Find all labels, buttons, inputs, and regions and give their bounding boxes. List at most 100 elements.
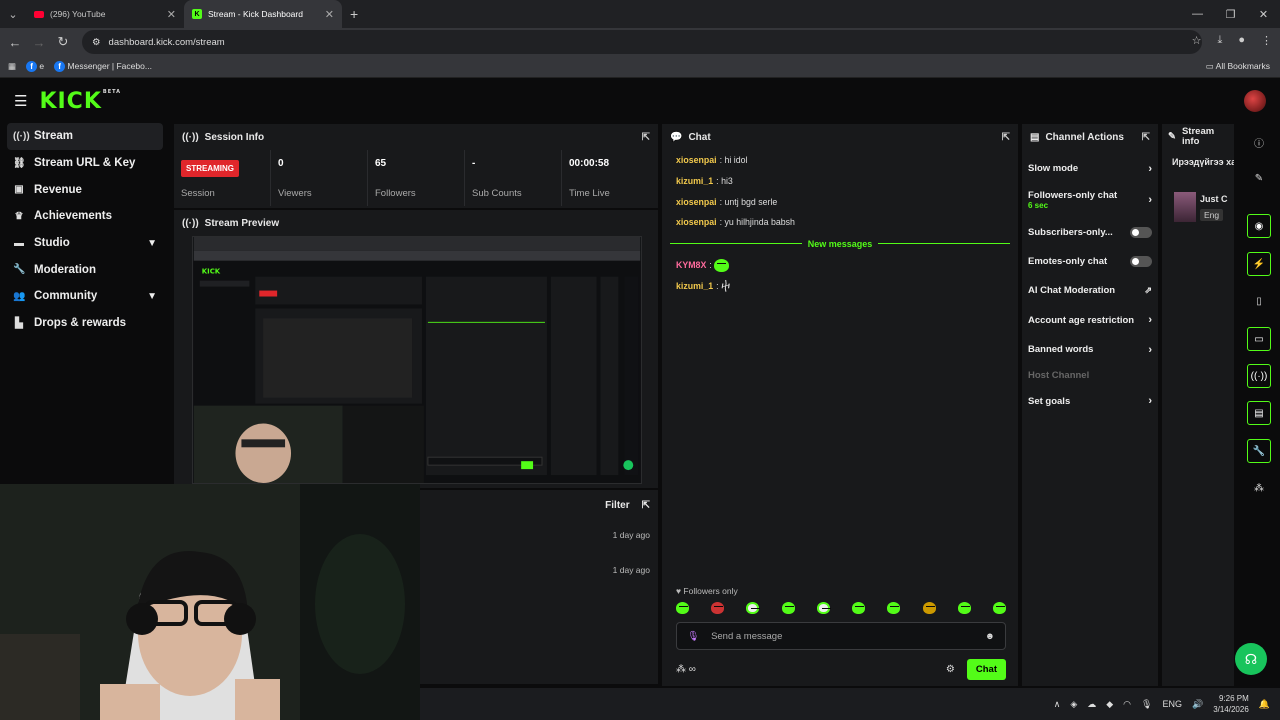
action-followers-only-chat[interactable]: Followers-only chat 6 sec ›	[1022, 183, 1158, 217]
back-icon[interactable]: ←	[3, 35, 27, 50]
kick-logo[interactable]: KICKBETA	[39, 89, 121, 114]
sidebar-item-stream[interactable]: ((·)) Stream	[7, 123, 163, 150]
chat-message[interactable]: xiosenpai: yu hilhjinda babsh	[662, 212, 1018, 233]
sidebar-item-stream-url-key[interactable]: ⛓ Stream URL & Key	[7, 150, 163, 177]
mic-tray-icon[interactable]: 🎙	[1141, 699, 1152, 710]
tray-chevron-icon[interactable]: ∧	[1054, 699, 1061, 710]
lightning-icon[interactable]: ⚡	[1247, 252, 1271, 276]
tab-youtube[interactable]: (296) YouTube ✕	[26, 0, 184, 28]
menu-icon[interactable]: ⋮	[1261, 34, 1272, 47]
action-ai-chat-moderation[interactable]: AI Chat Moderation ⇗	[1022, 276, 1158, 305]
sidebar-item-achievements[interactable]: ♛ Achievements	[7, 203, 163, 230]
emotes-only-toggle[interactable]	[1130, 255, 1152, 267]
emoji-picker-icon[interactable]: ☻	[985, 631, 995, 642]
stream-preview-panel: ((·)) Stream Preview KICK	[174, 210, 658, 488]
emote-icon[interactable]	[816, 602, 831, 614]
minimize-icon[interactable]: —	[1181, 0, 1214, 28]
notes-icon[interactable]: ▯	[1247, 289, 1271, 313]
action-slow-mode[interactable]: Slow mode ›	[1022, 154, 1158, 183]
chat-message[interactable]: xiosenpai: untj bgd serle	[662, 191, 1018, 212]
chat-message[interactable]: kizumi_1: ⴕ	[662, 275, 1018, 296]
broadcast-icon[interactable]: ((·))	[1247, 364, 1271, 388]
popout-icon[interactable]: ⇱	[642, 500, 650, 511]
chat-message[interactable]: kizumi_1: hi3	[662, 171, 1018, 192]
sidebar-item-studio[interactable]: ▬ Studio ▼	[7, 230, 163, 257]
filter-button[interactable]: Filter	[605, 500, 629, 511]
emote-icon[interactable]	[922, 602, 936, 614]
layout-icon[interactable]: ▤	[1247, 401, 1271, 425]
url-text: dashboard.kick.com/stream	[108, 36, 225, 48]
record-icon[interactable]: ◉	[1247, 214, 1271, 238]
popout-icon[interactable]: ⇱	[1002, 132, 1010, 143]
language-indicator[interactable]: ENG	[1162, 699, 1182, 709]
subscribers-only-toggle[interactable]	[1130, 226, 1152, 238]
profile-icon[interactable]: ●	[1238, 34, 1245, 47]
stick-figure-emote-icon: ⴕ	[721, 280, 731, 293]
emote-icon[interactable]	[992, 602, 1006, 614]
steam-icon[interactable]: ◈	[1070, 699, 1077, 710]
tab-kick-dashboard[interactable]: K Stream - Kick Dashboard ✕	[184, 0, 342, 28]
emote-icon[interactable]	[781, 602, 795, 614]
restore-icon[interactable]: ❐	[1214, 0, 1247, 28]
actions-icon: ▤	[1030, 131, 1040, 143]
popout-icon[interactable]: ⇱	[1142, 132, 1150, 143]
language-tag: Eng	[1200, 209, 1224, 221]
bookmark-star-icon[interactable]: ☆	[1192, 34, 1202, 47]
url-field[interactable]: ⚙ dashboard.kick.com/stream	[82, 30, 1202, 54]
microphone-icon[interactable]: 🎙	[687, 631, 699, 642]
new-tab-button[interactable]: +	[350, 6, 358, 22]
cloud-icon[interactable]: ☁	[1087, 699, 1096, 710]
kick-points-icon[interactable]: ⁂ ∞	[676, 664, 696, 675]
close-tab-icon[interactable]: ✕	[325, 8, 334, 21]
chat-send-button[interactable]: Chat	[966, 658, 1006, 680]
sidebar-item-drops-rewards[interactable]: ▙ Drops & rewards	[7, 310, 163, 337]
tab-search-icon[interactable]: ⌄	[0, 0, 26, 28]
wrench-icon[interactable]: 🔧	[1247, 439, 1271, 463]
sidebar-item-moderation[interactable]: 🔧 Moderation	[7, 256, 163, 283]
reload-icon[interactable]: ↻	[51, 34, 75, 50]
emote-icon[interactable]	[957, 602, 971, 614]
close-tab-icon[interactable]: ✕	[167, 8, 176, 21]
action-account-age-restriction[interactable]: Account age restriction ›	[1022, 306, 1158, 335]
action-emotes-only-chat[interactable]: Emotes-only chat	[1022, 247, 1158, 276]
bookmark-e[interactable]: f e	[26, 61, 44, 72]
notification-icon[interactable]: 🔔	[1259, 699, 1270, 710]
emote-icon[interactable]	[746, 602, 761, 614]
info-icon[interactable]: ⓘ	[1247, 130, 1271, 154]
action-set-goals[interactable]: Set goals ›	[1022, 386, 1158, 415]
app-tray-icon[interactable]: ◆	[1106, 699, 1113, 710]
forward-icon[interactable]: →	[27, 35, 51, 50]
stream-preview-video[interactable]: KICK	[192, 236, 642, 484]
action-subscribers-only[interactable]: Subscribers-only...	[1022, 217, 1158, 246]
action-banned-words[interactable]: Banned words ›	[1022, 335, 1158, 364]
chat-message[interactable]: KYM8X:	[662, 255, 1018, 276]
user-avatar[interactable]	[1244, 90, 1266, 112]
system-clock[interactable]: 9:26 PM 3/14/2026	[1213, 693, 1249, 715]
dashboard-sidebar: ((·)) Stream ⛓ Stream URL & Key ▣ Revenue ♛…	[0, 123, 170, 523]
all-bookmarks[interactable]: ▭ All Bookmarks	[1206, 61, 1270, 72]
chevron-right-icon: ›	[1148, 395, 1152, 408]
support-chat-icon[interactable]: ☊	[1235, 643, 1267, 675]
sidebar-item-community[interactable]: 👥 Community ▼	[7, 283, 163, 310]
site-info-icon[interactable]: ⚙	[92, 37, 101, 48]
hamburger-menu-icon[interactable]: ☰	[14, 92, 27, 110]
gear-icon[interactable]: ⚙	[946, 664, 955, 675]
emote-icon[interactable]	[711, 602, 725, 614]
chat-message-input[interactable]: 🎙 Send a message ☻	[676, 622, 1006, 650]
popout-icon[interactable]: ⇱	[642, 132, 650, 143]
emote-icon[interactable]	[676, 602, 689, 614]
volume-icon[interactable]: 🔊	[1192, 699, 1203, 710]
edit-icon[interactable]: ✎	[1247, 166, 1271, 190]
emote-icon[interactable]	[887, 602, 901, 614]
close-window-icon[interactable]: ✕	[1247, 0, 1280, 28]
chat-icon[interactable]: ▭	[1247, 327, 1271, 351]
download-icon[interactable]: ⤓	[1217, 34, 1222, 47]
apps-icon[interactable]: ⁂	[1247, 476, 1271, 500]
bookmark-messenger[interactable]: f Messenger | Facebo...	[54, 61, 152, 72]
chat-message[interactable]: xiosenpai: hi idol	[662, 150, 1018, 171]
emote-icon	[714, 258, 730, 272]
apps-icon[interactable]: ▦	[8, 61, 16, 72]
sidebar-item-revenue[interactable]: ▣ Revenue	[7, 176, 163, 203]
wifi-icon[interactable]: ◠	[1123, 699, 1131, 710]
emote-icon[interactable]	[852, 602, 866, 614]
